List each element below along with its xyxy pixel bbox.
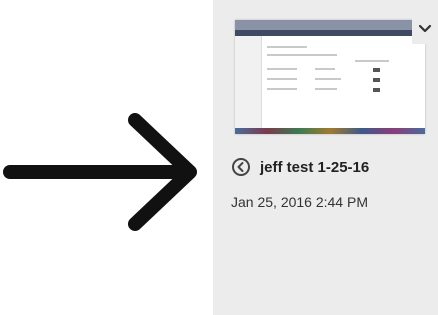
- thumbnail-line: [315, 68, 335, 70]
- thumbnail-line: [267, 68, 297, 70]
- thumbnail-block: [373, 78, 380, 82]
- thumbnail-line: [267, 78, 297, 80]
- thumbnail-sidebar: [235, 36, 262, 128]
- thumbnail-line: [355, 60, 389, 62]
- card-menu-button[interactable]: [412, 14, 438, 44]
- recording-timestamp: Jan 25, 2016 2:44 PM: [231, 194, 368, 210]
- thumbnail-line: [267, 54, 337, 56]
- thumbnail-block: [373, 88, 380, 92]
- screenshot-stage: jeff test 1-25-16 Jan 25, 2016 2:44 PM: [0, 0, 438, 315]
- thumbnail-titlebar: [235, 20, 425, 30]
- thumbnail-taskbar: [235, 128, 425, 134]
- recording-card[interactable]: jeff test 1-25-16 Jan 25, 2016 2:44 PM: [213, 0, 438, 315]
- card-title-row: jeff test 1-25-16: [231, 157, 369, 177]
- thumbnail-block: [373, 68, 380, 72]
- recording-title[interactable]: jeff test 1-25-16: [260, 159, 369, 176]
- thumbnail-line: [315, 78, 341, 80]
- circle-left-arrow-icon[interactable]: [231, 157, 251, 177]
- thumbnail-line: [267, 46, 307, 48]
- thumbnail-line: [267, 88, 297, 90]
- arrow-right-icon: [3, 113, 197, 231]
- thumbnail-line: [315, 88, 337, 90]
- recording-thumbnail[interactable]: [235, 20, 425, 134]
- thumbnail-toolbar: [235, 30, 425, 36]
- chevron-down-icon: [418, 24, 432, 33]
